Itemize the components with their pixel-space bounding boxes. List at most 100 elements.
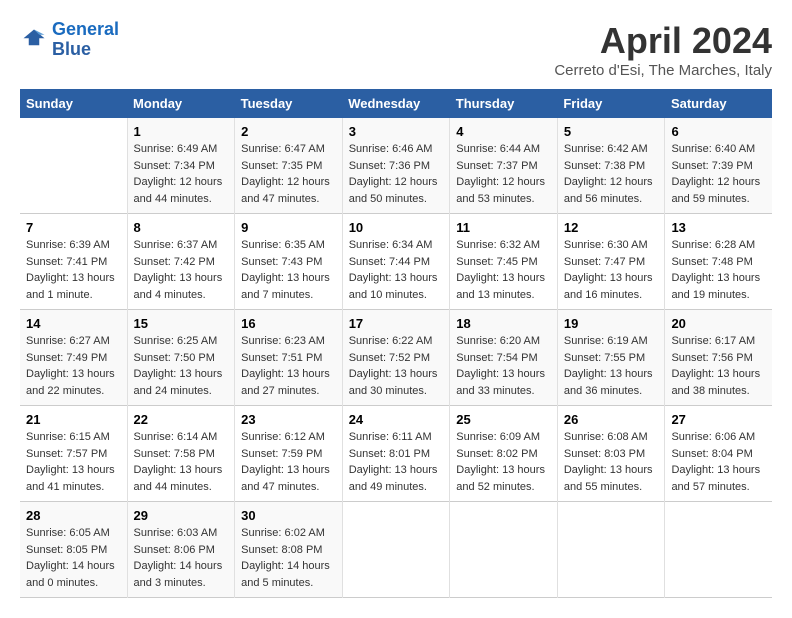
- cell-content: Sunrise: 6:14 AM Sunset: 7:58 PM Dayligh…: [134, 429, 229, 495]
- weekday-header-cell: Friday: [557, 89, 665, 118]
- day-number: 20: [671, 316, 766, 331]
- cell-content: Sunrise: 6:19 AM Sunset: 7:55 PM Dayligh…: [564, 333, 659, 399]
- day-number: 6: [671, 124, 766, 139]
- calendar-cell: 10Sunrise: 6:34 AM Sunset: 7:44 PM Dayli…: [342, 214, 450, 310]
- calendar-header: SundayMondayTuesdayWednesdayThursdayFrid…: [20, 89, 772, 118]
- calendar-cell: 6 Sunrise: 6:40 AM Sunset: 7:39 PM Daylig…: [665, 118, 772, 214]
- cell-content: Sunrise: 6:11 AM Sunset: 8:01 PM Dayligh…: [349, 429, 444, 495]
- main-title: April 2024: [554, 20, 772, 62]
- logo-icon: [20, 26, 48, 54]
- day-number: 28: [26, 508, 121, 523]
- weekday-header-cell: Monday: [127, 89, 235, 118]
- day-number: 14: [26, 316, 121, 331]
- cell-content: Sunrise: 6:49 AM Sunset: 7:34 PM Dayligh…: [134, 141, 229, 207]
- calendar-cell: 20 Sunrise: 6:17 AM Sunset: 7:56 PM Dayli…: [665, 310, 772, 406]
- day-number: 17: [349, 316, 444, 331]
- day-number: 15: [134, 316, 229, 331]
- calendar-cell: 26 Sunrise: 6:08 AM Sunset: 8:03 PM Dayli…: [557, 406, 665, 502]
- day-number: 9: [241, 220, 336, 235]
- cell-content: Sunrise: 6:34 AM Sunset: 7:44 PM Dayligh…: [349, 237, 444, 303]
- logo-text: General Blue: [52, 20, 119, 60]
- subtitle: Cerreto d'Esi, The Marches, Italy: [554, 62, 772, 79]
- day-number: 19: [564, 316, 659, 331]
- weekday-header-cell: Thursday: [450, 89, 558, 118]
- calendar-cell: 2Sunrise: 6:47 AM Sunset: 7:35 PM Daylig…: [235, 118, 343, 214]
- calendar-cell: 19 Sunrise: 6:19 AM Sunset: 7:55 PM Dayli…: [557, 310, 665, 406]
- calendar-cell: [665, 502, 772, 598]
- weekday-header-cell: Tuesday: [235, 89, 343, 118]
- cell-content: Sunrise: 6:35 AM Sunset: 7:43 PM Dayligh…: [241, 237, 336, 303]
- cell-content: Sunrise: 6:42 AM Sunset: 7:38 PM Dayligh…: [564, 141, 659, 207]
- cell-content: Sunrise: 6:27 AM Sunset: 7:49 PM Dayligh…: [26, 333, 121, 399]
- day-number: 13: [671, 220, 766, 235]
- cell-content: Sunrise: 6:17 AM Sunset: 7:56 PM Dayligh…: [671, 333, 766, 399]
- cell-content: Sunrise: 6:30 AM Sunset: 7:47 PM Dayligh…: [564, 237, 659, 303]
- calendar-cell: 22Sunrise: 6:14 AM Sunset: 7:58 PM Dayli…: [127, 406, 235, 502]
- logo-line2: Blue: [52, 39, 91, 59]
- calendar-week-row: 1 Sunrise: 6:49 AM Sunset: 7:34 PM Daylig…: [20, 118, 772, 214]
- calendar-week-row: 14 Sunrise: 6:27 AM Sunset: 7:49 PM Dayli…: [20, 310, 772, 406]
- calendar-cell: 1 Sunrise: 6:49 AM Sunset: 7:34 PM Daylig…: [127, 118, 235, 214]
- logo-line1: General: [52, 19, 119, 39]
- calendar-week-row: 28Sunrise: 6:05 AM Sunset: 8:05 PM Dayli…: [20, 502, 772, 598]
- cell-content: Sunrise: 6:03 AM Sunset: 8:06 PM Dayligh…: [134, 525, 229, 591]
- day-number: 21: [26, 412, 121, 427]
- cell-content: Sunrise: 6:40 AM Sunset: 7:39 PM Dayligh…: [671, 141, 766, 207]
- cell-content: Sunrise: 6:37 AM Sunset: 7:42 PM Dayligh…: [134, 237, 229, 303]
- day-number: 16: [241, 316, 336, 331]
- calendar-cell: [557, 502, 665, 598]
- day-number: 1: [134, 124, 229, 139]
- day-number: 29: [134, 508, 229, 523]
- day-number: 12: [564, 220, 659, 235]
- cell-content: Sunrise: 6:09 AM Sunset: 8:02 PM Dayligh…: [456, 429, 551, 495]
- calendar-cell: 16 Sunrise: 6:23 AM Sunset: 7:51 PM Dayli…: [235, 310, 343, 406]
- cell-content: Sunrise: 6:28 AM Sunset: 7:48 PM Dayligh…: [671, 237, 766, 303]
- calendar-cell: 13 Sunrise: 6:28 AM Sunset: 7:48 PM Dayli…: [665, 214, 772, 310]
- cell-content: Sunrise: 6:44 AM Sunset: 7:37 PM Dayligh…: [456, 141, 551, 207]
- calendar-week-row: 7 Sunrise: 6:39 AM Sunset: 7:41 PM Daylig…: [20, 214, 772, 310]
- calendar-cell: 9 Sunrise: 6:35 AM Sunset: 7:43 PM Daylig…: [235, 214, 343, 310]
- calendar-cell: 17 Sunrise: 6:22 AM Sunset: 7:52 PM Dayli…: [342, 310, 450, 406]
- day-number: 24: [349, 412, 444, 427]
- title-block: April 2024 Cerreto d'Esi, The Marches, I…: [554, 20, 772, 79]
- calendar-cell: [20, 118, 127, 214]
- calendar-cell: 24 Sunrise: 6:11 AM Sunset: 8:01 PM Dayli…: [342, 406, 450, 502]
- day-number: 7: [26, 220, 121, 235]
- day-number: 18: [456, 316, 551, 331]
- header: General Blue April 2024 Cerreto d'Esi, T…: [20, 20, 772, 79]
- calendar-week-row: 21Sunrise: 6:15 AM Sunset: 7:57 PM Dayli…: [20, 406, 772, 502]
- weekday-header-cell: Wednesday: [342, 89, 450, 118]
- calendar-cell: 15 Sunrise: 6:25 AM Sunset: 7:50 PM Dayli…: [127, 310, 235, 406]
- calendar-cell: 3Sunrise: 6:46 AM Sunset: 7:36 PM Daylig…: [342, 118, 450, 214]
- calendar-cell: 11Sunrise: 6:32 AM Sunset: 7:45 PM Dayli…: [450, 214, 558, 310]
- cell-content: Sunrise: 6:06 AM Sunset: 8:04 PM Dayligh…: [671, 429, 766, 495]
- cell-content: Sunrise: 6:39 AM Sunset: 7:41 PM Dayligh…: [26, 237, 121, 303]
- calendar-cell: 5 Sunrise: 6:42 AM Sunset: 7:38 PM Daylig…: [557, 118, 665, 214]
- calendar-cell: 21Sunrise: 6:15 AM Sunset: 7:57 PM Dayli…: [20, 406, 127, 502]
- day-number: 23: [241, 412, 336, 427]
- calendar-cell: 18 Sunrise: 6:20 AM Sunset: 7:54 PM Dayli…: [450, 310, 558, 406]
- calendar-cell: 7 Sunrise: 6:39 AM Sunset: 7:41 PM Daylig…: [20, 214, 127, 310]
- day-number: 8: [134, 220, 229, 235]
- calendar-cell: [450, 502, 558, 598]
- day-number: 3: [349, 124, 444, 139]
- day-number: 4: [456, 124, 551, 139]
- cell-content: Sunrise: 6:23 AM Sunset: 7:51 PM Dayligh…: [241, 333, 336, 399]
- weekday-header-cell: Saturday: [665, 89, 772, 118]
- day-number: 5: [564, 124, 659, 139]
- cell-content: Sunrise: 6:12 AM Sunset: 7:59 PM Dayligh…: [241, 429, 336, 495]
- day-number: 26: [564, 412, 659, 427]
- day-number: 11: [456, 220, 551, 235]
- weekday-header-cell: Sunday: [20, 89, 127, 118]
- calendar-table: SundayMondayTuesdayWednesdayThursdayFrid…: [20, 89, 772, 598]
- cell-content: Sunrise: 6:22 AM Sunset: 7:52 PM Dayligh…: [349, 333, 444, 399]
- cell-content: Sunrise: 6:25 AM Sunset: 7:50 PM Dayligh…: [134, 333, 229, 399]
- cell-content: Sunrise: 6:02 AM Sunset: 8:08 PM Dayligh…: [241, 525, 336, 591]
- calendar-cell: 27Sunrise: 6:06 AM Sunset: 8:04 PM Dayli…: [665, 406, 772, 502]
- cell-content: Sunrise: 6:20 AM Sunset: 7:54 PM Dayligh…: [456, 333, 551, 399]
- calendar-cell: [342, 502, 450, 598]
- cell-content: Sunrise: 6:08 AM Sunset: 8:03 PM Dayligh…: [564, 429, 659, 495]
- calendar-cell: 12 Sunrise: 6:30 AM Sunset: 7:47 PM Dayli…: [557, 214, 665, 310]
- calendar-cell: 25Sunrise: 6:09 AM Sunset: 8:02 PM Dayli…: [450, 406, 558, 502]
- calendar-cell: 14 Sunrise: 6:27 AM Sunset: 7:49 PM Dayli…: [20, 310, 127, 406]
